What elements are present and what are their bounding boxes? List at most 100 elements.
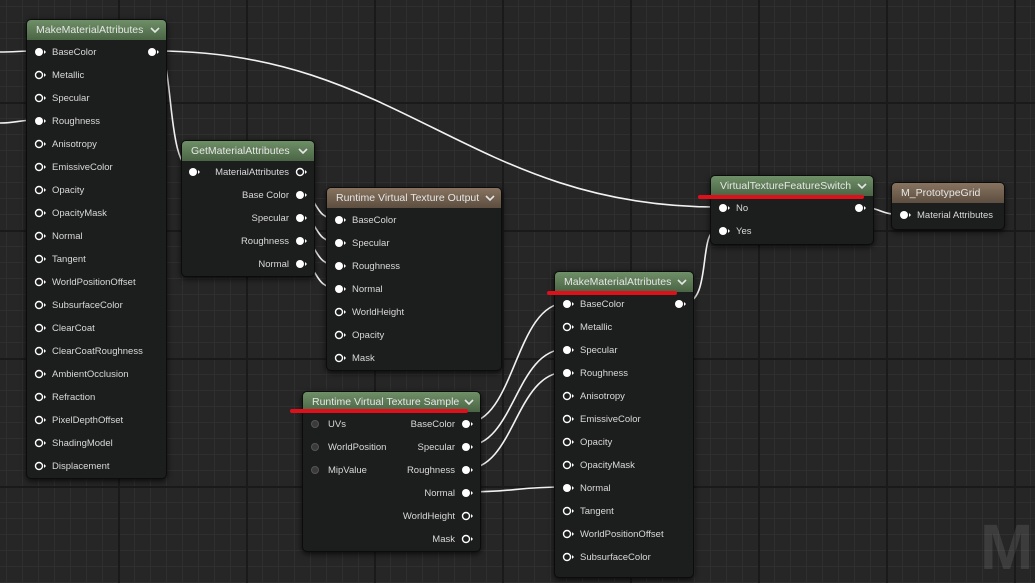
input-pin[interactable]: WorldHeight xyxy=(334,305,410,319)
output-pin[interactable]: Specular xyxy=(246,211,307,225)
pin-label: Roughness xyxy=(240,235,289,247)
pin-connected-icon xyxy=(563,300,574,308)
node-header[interactable]: MakeMaterialAttributes xyxy=(27,20,166,40)
input-pin[interactable]: Refraction xyxy=(34,390,101,404)
chevron-down-icon[interactable] xyxy=(298,146,308,156)
input-pin[interactable]: Roughness xyxy=(562,366,634,380)
pin-empty-icon xyxy=(34,300,46,310)
material-result-node[interactable]: M_PrototypeGrid Material Attributes xyxy=(891,182,1005,230)
input-pin[interactable]: OpacityMask xyxy=(34,206,113,220)
input-pin[interactable]: SubsurfaceColor xyxy=(562,550,657,564)
node-header[interactable]: GetMaterialAttributes xyxy=(182,141,314,161)
pin-empty-icon xyxy=(562,322,574,332)
input-pin[interactable]: Anisotropy xyxy=(562,389,631,403)
input-pin[interactable]: Specular xyxy=(34,91,96,105)
input-pin[interactable]: Opacity xyxy=(334,328,390,342)
wire-sample-roughness xyxy=(465,371,567,470)
input-pin[interactable]: Roughness xyxy=(334,259,406,273)
input-pin[interactable]: Tangent xyxy=(562,504,620,518)
output-pin[interactable]: Normal xyxy=(418,486,473,500)
input-pin[interactable]: EmissiveColor xyxy=(34,160,119,174)
pin-connected-icon xyxy=(335,239,346,247)
output-pin[interactable]: Mask xyxy=(426,532,473,546)
input-pin[interactable]: SubsurfaceColor xyxy=(34,298,129,312)
input-pin[interactable]: PixelDepthOffset xyxy=(34,413,129,427)
node-header[interactable]: MakeMaterialAttributes xyxy=(555,272,693,292)
input-pin[interactable]: Normal xyxy=(34,229,89,243)
get-material-attributes-node[interactable]: GetMaterialAttributes MaterialAttributes… xyxy=(181,140,315,277)
pin-connected-icon xyxy=(719,227,730,235)
node-title: Runtime Virtual Texture Sample xyxy=(312,396,460,408)
output-pin[interactable]: BaseColor xyxy=(405,417,473,431)
input-pin-material-attributes[interactable] xyxy=(188,165,200,179)
input-pin[interactable]: BaseColor xyxy=(34,45,102,59)
pin-label: Normal xyxy=(258,258,289,270)
input-pin[interactable]: Roughness xyxy=(34,114,106,128)
pin-empty-icon xyxy=(334,330,346,340)
input-pin[interactable]: Metallic xyxy=(34,68,90,82)
pin-label: OpacityMask xyxy=(580,459,635,471)
output-pin[interactable]: Roughness xyxy=(235,234,307,248)
input-pin[interactable]: WorldPositionOffset xyxy=(562,527,670,541)
chevron-down-icon[interactable] xyxy=(857,181,867,191)
make-material-attributes-node-right[interactable]: MakeMaterialAttributes BaseColor Metallic… xyxy=(554,271,694,578)
highlight-underline-make-attributes xyxy=(547,291,677,295)
input-pin[interactable]: Mask xyxy=(334,351,381,365)
pin-label: Specular xyxy=(417,441,456,453)
input-pin[interactable]: WorldPosition xyxy=(310,440,392,454)
input-pin[interactable]: Opacity xyxy=(34,183,90,197)
pin-label: MipValue xyxy=(328,464,367,476)
input-pin[interactable]: WorldPositionOffset xyxy=(34,275,142,289)
pin-label: Normal xyxy=(52,230,83,242)
input-pin[interactable]: Anisotropy xyxy=(34,137,103,151)
input-pin[interactable]: Metallic xyxy=(562,320,618,334)
pin-empty-icon xyxy=(562,506,574,516)
output-pin[interactable]: Roughness xyxy=(401,463,473,477)
input-pin[interactable]: Specular xyxy=(562,343,624,357)
input-pin[interactable]: Displacement xyxy=(34,459,116,473)
output-pin[interactable]: WorldHeight xyxy=(397,509,473,523)
chevron-down-icon[interactable] xyxy=(464,397,474,407)
input-pin[interactable]: ShadingModel xyxy=(34,436,119,450)
node-header[interactable]: Runtime Virtual Texture Output xyxy=(327,188,501,208)
pin-empty-icon xyxy=(34,93,46,103)
output-pin[interactable] xyxy=(674,297,686,311)
chevron-down-icon[interactable] xyxy=(677,277,687,287)
input-pin[interactable]: Tangent xyxy=(34,252,92,266)
node-header[interactable]: VirtualTextureFeatureSwitch xyxy=(711,176,873,196)
pin-connected-icon xyxy=(148,48,159,56)
output-pin[interactable] xyxy=(854,201,866,215)
input-pin-material-attributes[interactable]: Material Attributes xyxy=(899,208,999,222)
node-header[interactable]: M_PrototypeGrid xyxy=(892,183,1004,203)
input-pin[interactable]: BaseColor xyxy=(334,213,402,227)
output-pin[interactable]: Specular xyxy=(412,440,473,454)
output-pin[interactable]: Normal xyxy=(252,257,307,271)
pin-empty-icon xyxy=(562,529,574,539)
virtual-texture-feature-switch-node[interactable]: VirtualTextureFeatureSwitch No Yes xyxy=(710,175,874,245)
input-pin[interactable]: Normal xyxy=(562,481,617,495)
input-pin[interactable]: EmissiveColor xyxy=(562,412,647,426)
input-pin[interactable]: ClearCoat xyxy=(34,321,101,335)
input-pin[interactable]: Specular xyxy=(334,236,396,250)
input-pin[interactable]: BaseColor xyxy=(562,297,630,311)
pin-empty-icon xyxy=(295,167,307,177)
pin-empty-icon xyxy=(34,438,46,448)
chevron-down-icon[interactable] xyxy=(150,25,160,35)
input-pin[interactable]: No xyxy=(718,201,754,215)
input-pin[interactable]: MipValue xyxy=(310,463,373,477)
output-pin[interactable]: Base Color xyxy=(236,188,307,202)
input-pin[interactable]: Opacity xyxy=(562,435,618,449)
input-pin[interactable]: UVs xyxy=(310,417,352,431)
output-pin[interactable] xyxy=(147,45,159,59)
chevron-down-icon[interactable] xyxy=(485,193,495,203)
input-pin[interactable]: ClearCoatRoughness xyxy=(34,344,149,358)
runtime-virtual-texture-output-node[interactable]: Runtime Virtual Texture Output BaseColor… xyxy=(326,187,502,371)
make-material-attributes-node-left[interactable]: MakeMaterialAttributes BaseColor Metallic… xyxy=(26,19,167,479)
input-pin[interactable]: Yes xyxy=(718,224,758,238)
pin-empty-icon xyxy=(311,466,319,474)
input-pin[interactable]: OpacityMask xyxy=(562,458,641,472)
input-pin[interactable]: Normal xyxy=(334,282,389,296)
input-pin[interactable]: AmbientOcclusion xyxy=(34,367,135,381)
pin-label: ClearCoatRoughness xyxy=(52,345,143,357)
runtime-virtual-texture-sample-node[interactable]: Runtime Virtual Texture Sample UVs WorldP… xyxy=(302,391,481,552)
